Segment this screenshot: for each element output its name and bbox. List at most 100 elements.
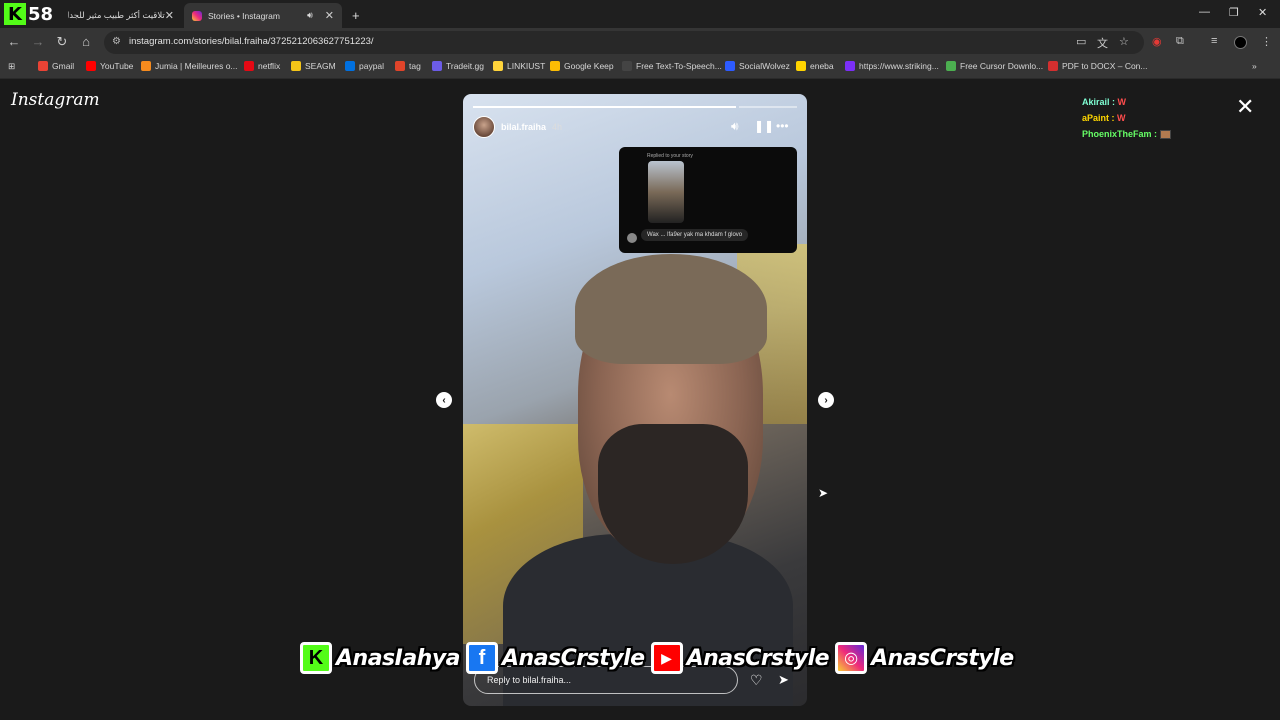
reply-avatar — [627, 233, 637, 243]
facebook-icon: f — [466, 642, 499, 674]
instagram-icon: ◎ — [835, 642, 868, 674]
tab-title: تلاقيت أكثر طبيب مثير للجدل فا — [68, 10, 165, 20]
bookmark-item[interactable]: LINKIUST — [493, 61, 545, 71]
tab-close-icon[interactable]: ✕ — [325, 9, 334, 22]
chat-message: PhoenixTheFam : — [1082, 126, 1171, 142]
back-icon[interactable]: ← — [6, 34, 22, 49]
bookmark-favicon-icon — [395, 61, 405, 71]
bookmark-item[interactable]: tag — [395, 61, 421, 71]
more-options-icon[interactable]: ••• — [776, 119, 789, 133]
bookmarks-bar: ⊞ Gmail YouTube Jumia | Meilleures o... net… — [0, 57, 1280, 79]
bookmark-label: netflix — [258, 61, 281, 71]
story-progress-bar — [473, 106, 797, 108]
bookmark-item[interactable]: PDF to DOCX – Con... — [1048, 61, 1148, 71]
next-story-button[interactable]: › — [818, 392, 834, 408]
home-icon[interactable]: ⌂ — [78, 34, 94, 49]
bookmark-item[interactable]: Gmail — [38, 61, 74, 71]
mute-icon[interactable]: 🔊︎ — [731, 119, 739, 134]
bookmark-favicon-icon — [725, 61, 735, 71]
bookmark-item[interactable]: eneba — [796, 61, 834, 71]
bookmark-label: Google Keep — [564, 61, 614, 71]
chat-user: aPaint : — [1082, 113, 1115, 123]
story-image-beard — [598, 424, 748, 564]
extensions-icon[interactable]: ⧉ — [1176, 35, 1184, 48]
bookmark-label: https://www.striking... — [859, 61, 939, 71]
tab-close-icon[interactable]: ✕ — [165, 9, 174, 22]
story-user-avatar[interactable] — [473, 116, 495, 138]
replied-story-thumbnail — [648, 161, 684, 223]
bookmark-item[interactable]: SocialWolvez — [725, 61, 790, 71]
kick-icon: K — [300, 642, 332, 674]
bookmark-label: LINKIUST — [507, 61, 546, 71]
viewer-count: 58 — [28, 3, 54, 25]
reply-message: Wax ... lfa9er yak ma khdam f glovo — [641, 229, 749, 241]
progress-segment — [473, 106, 737, 108]
window-close-icon[interactable]: ✕ — [1258, 6, 1267, 19]
bookmark-item[interactable]: Google Keep — [550, 61, 614, 71]
bookmark-label: Free Text-To-Speech... — [636, 61, 722, 71]
audio-playing-icon[interactable]: 🔊︎ — [307, 10, 313, 21]
bookmark-favicon-icon — [946, 61, 956, 71]
restore-icon[interactable]: ❐ — [1229, 6, 1239, 19]
instagram-logo[interactable]: Instagram — [11, 90, 100, 110]
minimize-icon[interactable]: — — [1199, 6, 1210, 18]
story-username[interactable]: bilal.fraiha — [501, 122, 546, 132]
bookmark-star-icon[interactable]: ☆ — [1119, 35, 1129, 48]
bookmark-item[interactable]: https://www.striking... — [845, 61, 939, 71]
bookmark-favicon-icon — [845, 61, 855, 71]
story-header: bilal.fraiha 4h 🔊︎ ❚❚ ••• — [473, 116, 797, 138]
chat-user: PhoenixTheFam : — [1082, 129, 1158, 139]
story-image-cap — [575, 254, 767, 364]
bookmark-item[interactable]: Free Text-To-Speech... — [622, 61, 722, 71]
instagram-handle: AnasCrstyle — [871, 645, 1014, 671]
youtube-icon: ▶ — [650, 642, 683, 674]
bookmark-label: eneba — [810, 61, 834, 71]
bookmark-item[interactable]: Jumia | Meilleures o... — [141, 61, 238, 71]
tab-title: Stories • Instagram — [208, 10, 280, 21]
bookmark-favicon-icon — [86, 61, 96, 71]
bookmark-item[interactable]: netflix — [244, 61, 280, 71]
bookmark-item[interactable]: YouTube — [86, 61, 133, 71]
pause-icon[interactable]: ❚❚ — [754, 119, 774, 133]
translate-icon[interactable]: 文 — [1097, 35, 1108, 51]
menu-icon[interactable]: ⋮ — [1261, 35, 1272, 48]
bookmark-label: Tradeit.gg — [446, 61, 484, 71]
close-stories-icon[interactable]: ✕ — [1236, 94, 1254, 120]
media-controls-icon[interactable]: ≡ — [1211, 35, 1217, 47]
chat-user: Akirail : — [1082, 97, 1116, 107]
tab-youtube-video[interactable]: تلاقيت أكثر طبيب مثير للجدل فا ✕ — [60, 3, 182, 28]
emote-icon — [1159, 130, 1171, 140]
story-viewer[interactable]: bilal.fraiha 4h 🔊︎ ❚❚ ••• Replied to you… — [463, 94, 807, 706]
bookmark-favicon-icon — [493, 61, 503, 71]
reply-caption: Replied to your story — [647, 153, 693, 159]
forward-icon[interactable]: → — [30, 34, 46, 49]
profile-avatar[interactable] — [1234, 36, 1247, 49]
facebook-handle: AnasCrstyle — [502, 645, 645, 671]
bookmark-favicon-icon — [550, 61, 560, 71]
bookmark-label: YouTube — [100, 61, 134, 71]
more-bookmarks-icon[interactable]: » — [1252, 61, 1257, 71]
kick-logo-icon: K — [4, 3, 26, 25]
bookmark-item[interactable]: SEAGM — [291, 61, 336, 71]
bookmark-item[interactable]: Tradeit.gg — [432, 61, 484, 71]
bookmark-label: PDF to DOCX – Con... — [1062, 61, 1148, 71]
bookmark-favicon-icon — [345, 61, 355, 71]
chat-text: W — [1117, 113, 1126, 123]
bookmark-item[interactable]: paypal — [345, 61, 384, 71]
chat-text: W — [1117, 97, 1127, 107]
address-bar[interactable]: ⚙ instagram.com/stories/bilal.fraiha/372… — [104, 31, 1144, 54]
tab-instagram-stories[interactable]: Stories • Instagram 🔊︎ ✕ — [184, 3, 342, 28]
bookmark-favicon-icon — [622, 61, 632, 71]
new-tab-button[interactable]: + — [344, 3, 368, 28]
extension-record-icon[interactable]: ◉ — [1152, 35, 1162, 48]
previous-story-button[interactable]: ‹ — [436, 392, 452, 408]
bookmark-favicon-icon — [432, 61, 442, 71]
cast-icon[interactable]: ▭ — [1076, 35, 1086, 48]
site-settings-icon[interactable]: ⚙ — [112, 36, 121, 47]
bookmark-label: Gmail — [52, 61, 75, 71]
bookmark-label: tag — [409, 61, 421, 71]
reload-icon[interactable]: ↻ — [54, 34, 70, 50]
apps-grid-icon[interactable]: ⊞ — [8, 61, 15, 72]
kick-live-badge: K 58 — [4, 2, 58, 26]
bookmark-item[interactable]: Free Cursor Downlo... — [946, 61, 1043, 71]
